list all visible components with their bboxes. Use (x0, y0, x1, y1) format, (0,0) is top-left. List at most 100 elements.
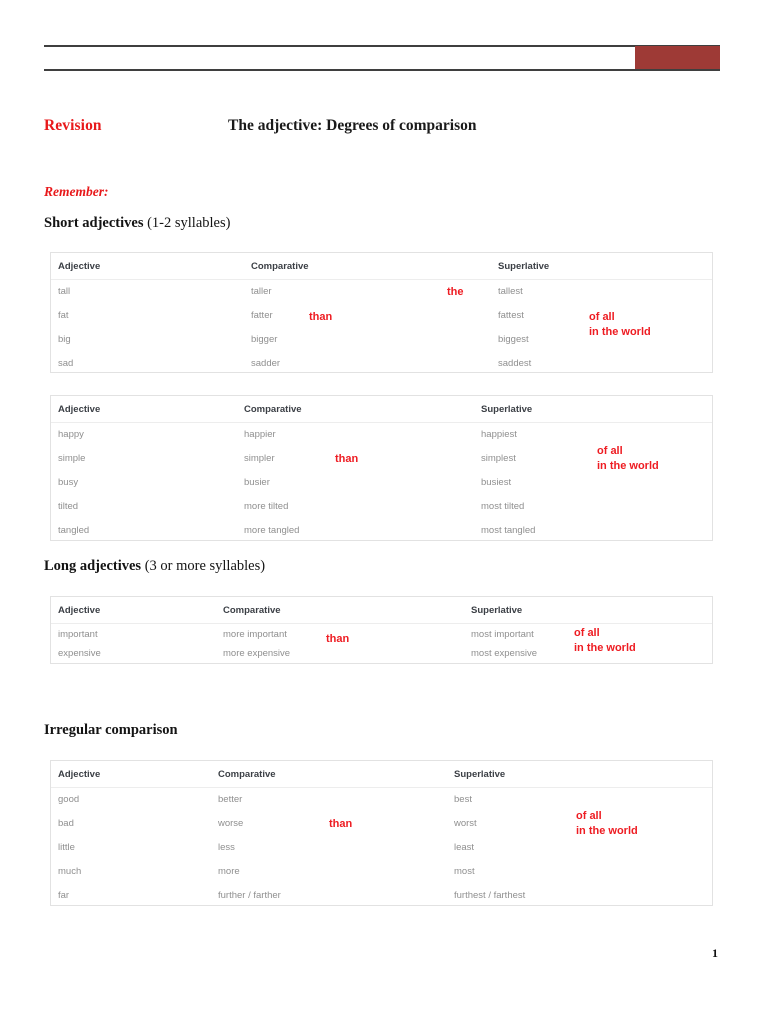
cell-adjective: busy (58, 477, 79, 488)
column-header-comparative: Comparative (251, 261, 309, 272)
table-body: good better best bad worse worst little … (51, 788, 712, 915)
cell-comparative: more expensive (223, 648, 291, 659)
page-title: The adjective: Degrees of comparison (228, 117, 477, 134)
page-header-bar (44, 45, 720, 71)
cell-superlative: saddest (498, 358, 532, 369)
cell-superlative: most (454, 866, 475, 877)
cell-comparative: simpler (244, 453, 275, 464)
cell-adjective: sad (58, 358, 74, 369)
annotation-of-all-line1: of all (597, 445, 623, 457)
column-header-superlative: Superlative (471, 605, 523, 616)
annotation-of-all-line2: in the world (597, 459, 659, 472)
page-number: 1 (712, 946, 718, 960)
annotation-of-all-line1: of all (576, 810, 602, 822)
cell-comparative: sadder (251, 358, 281, 369)
header-accent-block (635, 46, 720, 71)
column-header-superlative: Superlative (498, 261, 550, 272)
cell-superlative: simplest (481, 453, 516, 464)
column-header-superlative: Superlative (454, 769, 506, 780)
cell-superlative: least (454, 842, 475, 853)
column-header-comparative: Comparative (223, 605, 281, 616)
cell-comparative: less (218, 842, 235, 853)
annotation-of-all-in-the-world: of all in the world (597, 444, 659, 474)
section-heading-long-strong: Long adjectives (44, 558, 142, 574)
cell-adjective: tilted (58, 501, 79, 512)
table-row: sad sadder saddest (51, 359, 712, 383)
column-header-adjective: Adjective (58, 769, 101, 780)
revision-label: Revision (44, 117, 102, 134)
column-header-comparative: Comparative (244, 404, 302, 415)
cell-comparative: happier (244, 429, 276, 440)
title-row: Revision The adjective: Degrees of compa… (44, 117, 724, 141)
cell-comparative: more (218, 866, 240, 877)
cell-comparative: worse (218, 818, 244, 829)
section-heading-short-light: (1-2 syllables) (143, 215, 231, 231)
column-header-comparative: Comparative (218, 769, 276, 780)
header-rule-top (44, 45, 720, 47)
remember-label: Remember: (44, 184, 109, 199)
cell-comparative: bigger (251, 334, 278, 345)
table-row: tilted more tilted most tilted (51, 502, 712, 526)
cell-adjective: big (58, 334, 71, 345)
table-row: far further / farther furthest / farthes… (51, 891, 712, 915)
table-header-row: Adjective Comparative Superlative (51, 761, 712, 788)
cell-superlative: most expensive (471, 648, 538, 659)
table-long-adjectives: Adjective Comparative Superlative import… (50, 596, 713, 664)
cell-comparative: taller (251, 286, 272, 297)
table-short-adjectives-a: Adjective Comparative Superlative tall t… (50, 252, 713, 373)
cell-adjective: simple (58, 453, 86, 464)
cell-superlative: furthest / farthest (454, 890, 526, 901)
section-heading-long-light: (3 or more syllables) (141, 558, 266, 574)
section-heading-irregular-strong: Irregular comparison (44, 722, 178, 738)
annotation-than: than (309, 311, 333, 323)
annotation-the: the (447, 286, 464, 298)
cell-adjective: far (58, 890, 70, 901)
cell-comparative: more tangled (244, 525, 300, 536)
column-header-adjective: Adjective (58, 404, 101, 415)
cell-adjective: expensive (58, 648, 101, 659)
table-header-row: Adjective Comparative Superlative (51, 253, 712, 280)
cell-adjective: happy (58, 429, 84, 440)
header-rule-bottom (44, 69, 720, 71)
annotation-of-all-line2: in the world (574, 641, 636, 654)
cell-comparative: busier (244, 477, 270, 488)
cell-superlative: best (454, 794, 472, 805)
annotation-than: than (329, 818, 353, 830)
annotation-than: than (335, 453, 359, 465)
cell-adjective: important (58, 629, 98, 640)
table-row: little less least (51, 843, 712, 867)
table-row: tangled more tangled most tangled (51, 526, 712, 550)
cell-superlative: happiest (481, 429, 517, 440)
annotation-of-all-in-the-world: of all in the world (574, 626, 636, 656)
cell-superlative: most important (471, 629, 534, 640)
table-row: much more most (51, 867, 712, 891)
cell-adjective: tall (58, 286, 71, 297)
cell-superlative: busiest (481, 477, 512, 488)
annotation-of-all-line1: of all (574, 627, 600, 639)
cell-comparative: better (218, 794, 243, 805)
annotation-of-all-line2: in the world (576, 824, 638, 837)
cell-superlative: biggest (498, 334, 529, 345)
cell-adjective: much (58, 866, 82, 877)
cell-superlative: most tilted (481, 501, 525, 512)
annotation-of-all-line2: in the world (589, 325, 651, 338)
cell-adjective: fat (58, 310, 69, 321)
table-row: busy busier busiest (51, 478, 712, 502)
cell-comparative: fatter (251, 310, 273, 321)
section-heading-short-strong: Short adjectives (44, 215, 144, 231)
table-row: tall taller tallest (51, 287, 712, 311)
cell-adjective: tangled (58, 525, 90, 536)
column-header-adjective: Adjective (58, 261, 101, 272)
cell-comparative: more tilted (244, 501, 289, 512)
section-heading-short-adjectives: Short adjectives (1-2 syllables) (44, 215, 230, 232)
cell-superlative: fattest (498, 310, 524, 321)
cell-comparative: more important (223, 629, 287, 640)
table-short-adjectives-b: Adjective Comparative Superlative happy … (50, 395, 713, 541)
cell-comparative: further / farther (218, 890, 281, 901)
column-header-adjective: Adjective (58, 605, 101, 616)
annotation-than: than (326, 633, 350, 645)
section-heading-long-adjectives: Long adjectives (3 or more syllables) (44, 558, 265, 575)
cell-superlative: most tangled (481, 525, 536, 536)
annotation-of-all-in-the-world: of all in the world (589, 310, 651, 340)
table-body: happy happier happiest simple simpler si… (51, 423, 712, 550)
